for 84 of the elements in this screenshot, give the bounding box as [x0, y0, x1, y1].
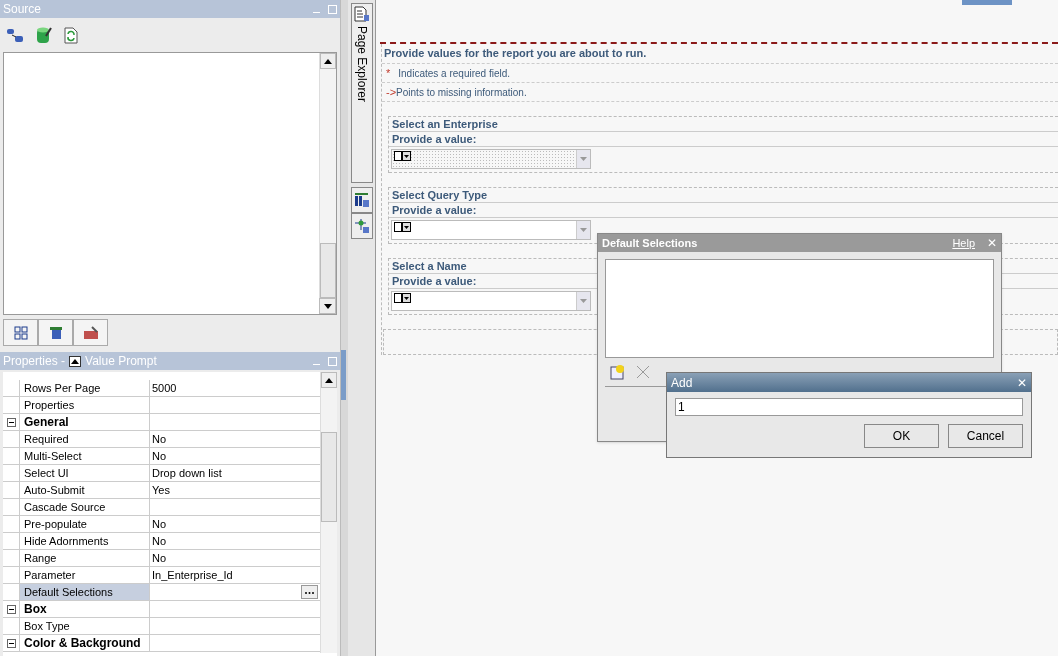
- input-field[interactable]: 1: [675, 398, 1023, 416]
- collapse-icon[interactable]: [6, 417, 16, 427]
- dialog-button[interactable]: Cancel: [948, 424, 1023, 448]
- prompt-hint: Provide a value:: [392, 131, 477, 147]
- missing-mark: ->: [386, 84, 397, 100]
- tab[interactable]: [73, 319, 108, 346]
- tab[interactable]: [38, 319, 73, 346]
- tab[interactable]: [3, 319, 38, 346]
- table-icon: [48, 325, 63, 340]
- property-value: No: [152, 448, 167, 464]
- prompt-title: Select a Name: [392, 258, 467, 274]
- property-name[interactable]: Multi-Select: [19, 448, 149, 464]
- side-tab[interactable]: [350, 187, 373, 213]
- page-icon: [353, 6, 370, 22]
- property-name[interactable]: Default Selections: [19, 584, 149, 600]
- property-name[interactable]: Hide Adornments: [19, 533, 149, 549]
- required-mark: *: [386, 65, 391, 81]
- delete-icon[interactable]: [636, 365, 650, 379]
- dialog-button[interactable]: OK: [864, 424, 939, 448]
- property-name[interactable]: Box Type: [19, 618, 149, 634]
- dialog-title: Add: [671, 374, 693, 392]
- refresh-document-icon[interactable]: [64, 26, 78, 44]
- property-value: Yes: [152, 482, 170, 498]
- missing-note: Points to missing information.: [396, 85, 527, 100]
- add-icon[interactable]: [610, 364, 626, 380]
- collapse-icon[interactable]: [6, 604, 16, 614]
- property-name[interactable]: Properties: [19, 397, 149, 413]
- property-name[interactable]: Range: [19, 550, 149, 566]
- prompt-hint: Provide a value:: [392, 202, 477, 218]
- property-value: 5000: [152, 380, 177, 396]
- caret-icon[interactable]: [580, 299, 587, 303]
- dropdown-toggle-icon[interactable]: [394, 293, 411, 303]
- dropdown-toggle-icon[interactable]: [394, 222, 411, 232]
- panel-title: Properties -: [3, 353, 66, 370]
- property-value: No: [152, 431, 167, 447]
- property-value: In_Enterprise_Id: [152, 567, 233, 583]
- property-value: No: [152, 550, 167, 566]
- prompt-title: Select Query Type: [392, 187, 488, 203]
- property-name[interactable]: Pre-populate: [19, 516, 149, 532]
- toolbox-icon: [82, 325, 99, 340]
- scrollbar-thumb[interactable]: [320, 243, 336, 298]
- group-label: Color & Background: [24, 635, 141, 652]
- hierarchy-icon[interactable]: [6, 27, 24, 43]
- scrollbar[interactable]: [319, 53, 336, 298]
- scrollbar[interactable]: [320, 372, 337, 653]
- diagram-icon: [13, 325, 28, 340]
- down-arrow-icon[interactable]: [323, 303, 332, 309]
- splitter-handle[interactable]: [341, 350, 346, 400]
- required-note: Indicates a required field.: [398, 66, 510, 81]
- prompt-hint: Provide a value:: [392, 273, 477, 289]
- scrollbar-thumb[interactable]: [321, 432, 337, 522]
- panel-title: Source: [3, 1, 42, 18]
- group-label: Box: [24, 601, 47, 618]
- dialog-title: Default Selections: [602, 235, 698, 251]
- side-tab[interactable]: Page Explorer: [350, 3, 373, 183]
- side-tab-label: Page Explorer: [353, 26, 370, 103]
- tab-marker[interactable]: [962, 0, 1012, 5]
- property-value: Drop down list: [152, 465, 222, 481]
- prompt-heading: Provide values for the report you are about to run.: [384, 46, 647, 62]
- prompt-title: Select an Enterprise: [392, 116, 498, 132]
- group-label: General: [24, 414, 69, 431]
- selections-list[interactable]: [605, 259, 994, 358]
- database-edit-icon[interactable]: [36, 26, 52, 44]
- table-icon: [353, 192, 370, 208]
- property-value: No: [152, 533, 167, 549]
- dropdown-toggle-icon[interactable]: [394, 151, 411, 161]
- caret-icon[interactable]: [580, 157, 587, 161]
- property-name[interactable]: Auto-Submit: [19, 482, 149, 498]
- collapse-icon[interactable]: [6, 638, 16, 648]
- property-name[interactable]: Cascade Source: [19, 499, 149, 515]
- property-name[interactable]: Select UI: [19, 465, 149, 481]
- ellipsis-button[interactable]: [301, 585, 318, 599]
- panel-subtitle: Value Prompt: [85, 353, 157, 370]
- up-arrow-icon[interactable]: [325, 377, 333, 383]
- property-name[interactable]: Required: [19, 431, 149, 447]
- close-button[interactable]: ✕: [1017, 373, 1027, 392]
- up-arrow-icon[interactable]: [69, 355, 82, 367]
- caret-icon[interactable]: [580, 228, 587, 232]
- property-value: No: [152, 516, 167, 532]
- up-arrow-icon[interactable]: [324, 58, 332, 64]
- property-name[interactable]: Rows Per Page: [19, 380, 149, 396]
- flow-icon: [353, 218, 370, 234]
- side-tab[interactable]: [350, 213, 373, 239]
- property-name[interactable]: Parameter: [19, 567, 149, 583]
